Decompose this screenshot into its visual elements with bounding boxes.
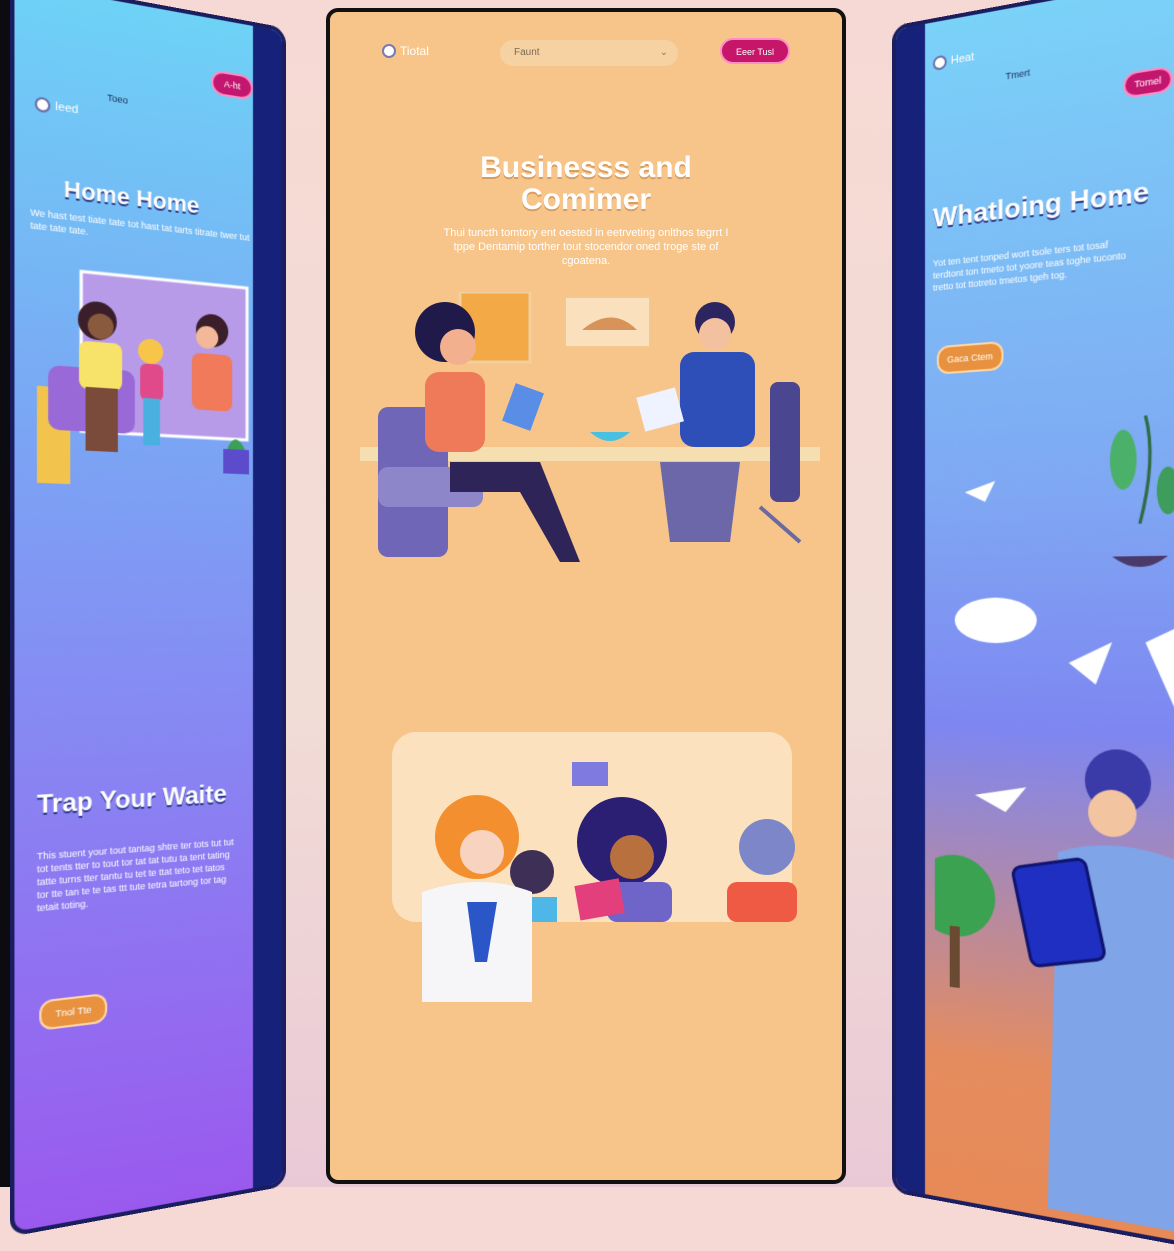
gray-hair <box>739 819 795 875</box>
center-hero-text: Thui tuncth tomtory ent oested in eetrve… <box>440 226 732 268</box>
mother-shirt <box>192 353 232 412</box>
center-landing-page-panel: Tiotal Faunt ⌄ Eeer Tusl Businesss and C… <box>326 8 846 1184</box>
panel-side-edge <box>896 24 925 1194</box>
right-hero-button[interactable]: Gaca Ctem <box>937 341 1004 375</box>
right-hero-title: Whatloing Home <box>933 175 1149 234</box>
logo-icon <box>933 54 947 71</box>
right-logo[interactable]: Heat <box>933 50 974 71</box>
hanging-pot <box>1112 556 1168 568</box>
woman-tablet <box>502 383 544 431</box>
woman-top <box>425 372 485 452</box>
tree-trunk <box>950 926 960 988</box>
center-cta-button[interactable]: Eeer Tusl <box>720 38 790 64</box>
center-header: Tiotal Faunt ⌄ Eeer Tusl <box>330 12 842 92</box>
logo-text: Tiotal <box>400 44 429 58</box>
left-hero-text: We hast test tiate tate tot hast tat tar… <box>30 206 251 256</box>
man-face <box>699 318 731 350</box>
left-landing-page-panel: Ieed Toeo A-ht Home Home We hast test ti… <box>10 0 286 1237</box>
child-legs <box>143 398 160 446</box>
sticky-note <box>572 762 608 786</box>
chevron-down-icon: ⌄ <box>660 40 668 66</box>
tree-crown <box>935 852 995 941</box>
logo-text: Heat <box>951 51 974 67</box>
left-family-illustration <box>37 256 257 501</box>
center-search-select[interactable]: Faunt ⌄ <box>500 40 678 66</box>
right-nav-item[interactable]: Tmert <box>1006 67 1030 81</box>
man-jacket <box>680 352 755 447</box>
woman-shirt <box>79 341 122 392</box>
chair-leg <box>760 507 800 542</box>
plant-leaf <box>1110 429 1137 490</box>
hero-title-line2: Comimer <box>330 184 842 216</box>
woman-face <box>440 329 476 365</box>
plant-stem <box>1140 415 1150 523</box>
man-legs <box>660 462 740 542</box>
panel-side-edge <box>253 26 282 1188</box>
left-cta-button[interactable]: A-ht <box>211 69 253 100</box>
hero-title-line1: Businesss and <box>330 152 842 184</box>
right-cta-button[interactable]: Tomel <box>1123 65 1172 99</box>
paper-plane <box>1069 642 1112 685</box>
paper-plane <box>965 481 995 503</box>
logo-icon <box>382 44 396 58</box>
woman-legs <box>86 387 118 452</box>
left-section-button[interactable]: Tnol Tte <box>39 993 107 1031</box>
plant-pot <box>223 449 249 475</box>
left-section-title: Trap Your Waite <box>37 780 227 821</box>
team-collaboration-illustration <box>382 732 802 1012</box>
paper-sheet <box>1145 621 1174 720</box>
business-meeting-illustration <box>360 292 820 592</box>
center-hero-title: Businesss and Comimer <box>330 152 842 216</box>
right-chair <box>770 382 800 502</box>
left-logo[interactable]: Ieed <box>35 96 79 118</box>
doctor-face <box>460 830 504 874</box>
woman-face <box>610 835 654 879</box>
cloud <box>955 597 1037 643</box>
woman-legs <box>450 462 580 562</box>
right-reader-illustration <box>935 390 1174 1236</box>
center-logo[interactable]: Tiotal <box>382 44 429 58</box>
left-nav-item[interactable]: Toeo <box>107 92 128 106</box>
child-body <box>140 363 163 401</box>
paper-plane <box>975 785 1026 814</box>
bowl <box>590 432 630 441</box>
search-placeholder: Faunt <box>514 47 540 58</box>
right-hero-text: Yot ten tent tonped wort tsole ters tot … <box>933 234 1143 294</box>
right-landing-page-panel: Heat Tmert Tomel Whatloing Home Yot ten … <box>892 0 1174 1251</box>
woman-red-top <box>727 882 797 922</box>
man-tablet <box>636 387 684 431</box>
logo-text: Ieed <box>55 100 79 116</box>
left-section-text: This stuent your tout tantag shtre ter t… <box>37 835 237 914</box>
plant-leaf <box>1157 466 1174 515</box>
logo-icon <box>35 96 51 113</box>
left-header: Ieed Toeo A-ht <box>30 0 268 73</box>
